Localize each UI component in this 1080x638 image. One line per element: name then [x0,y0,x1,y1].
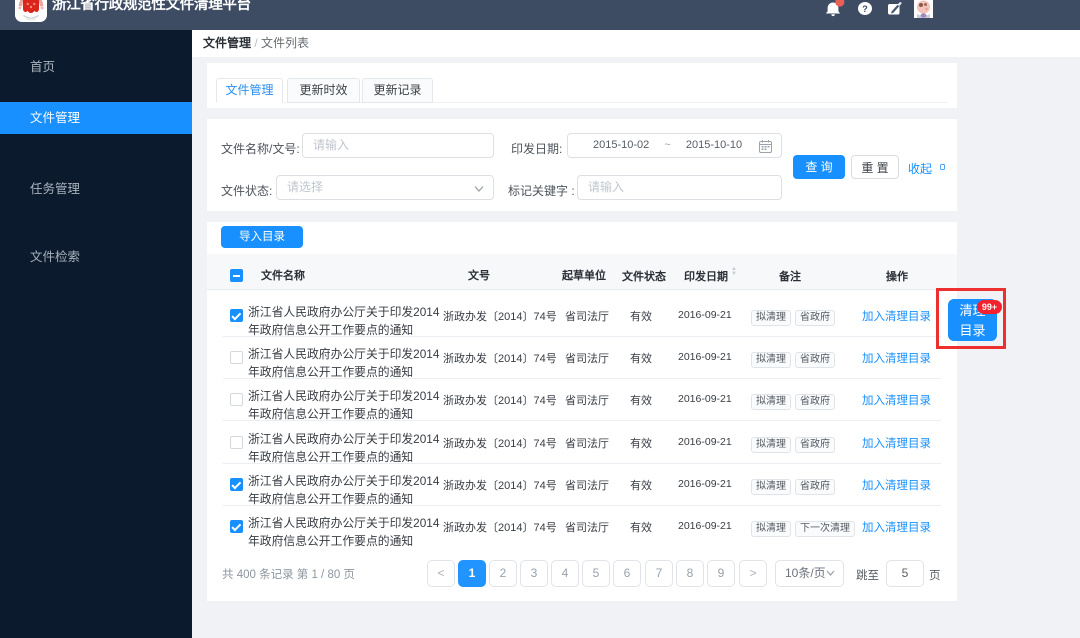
svg-text:?: ? [862,4,868,14]
